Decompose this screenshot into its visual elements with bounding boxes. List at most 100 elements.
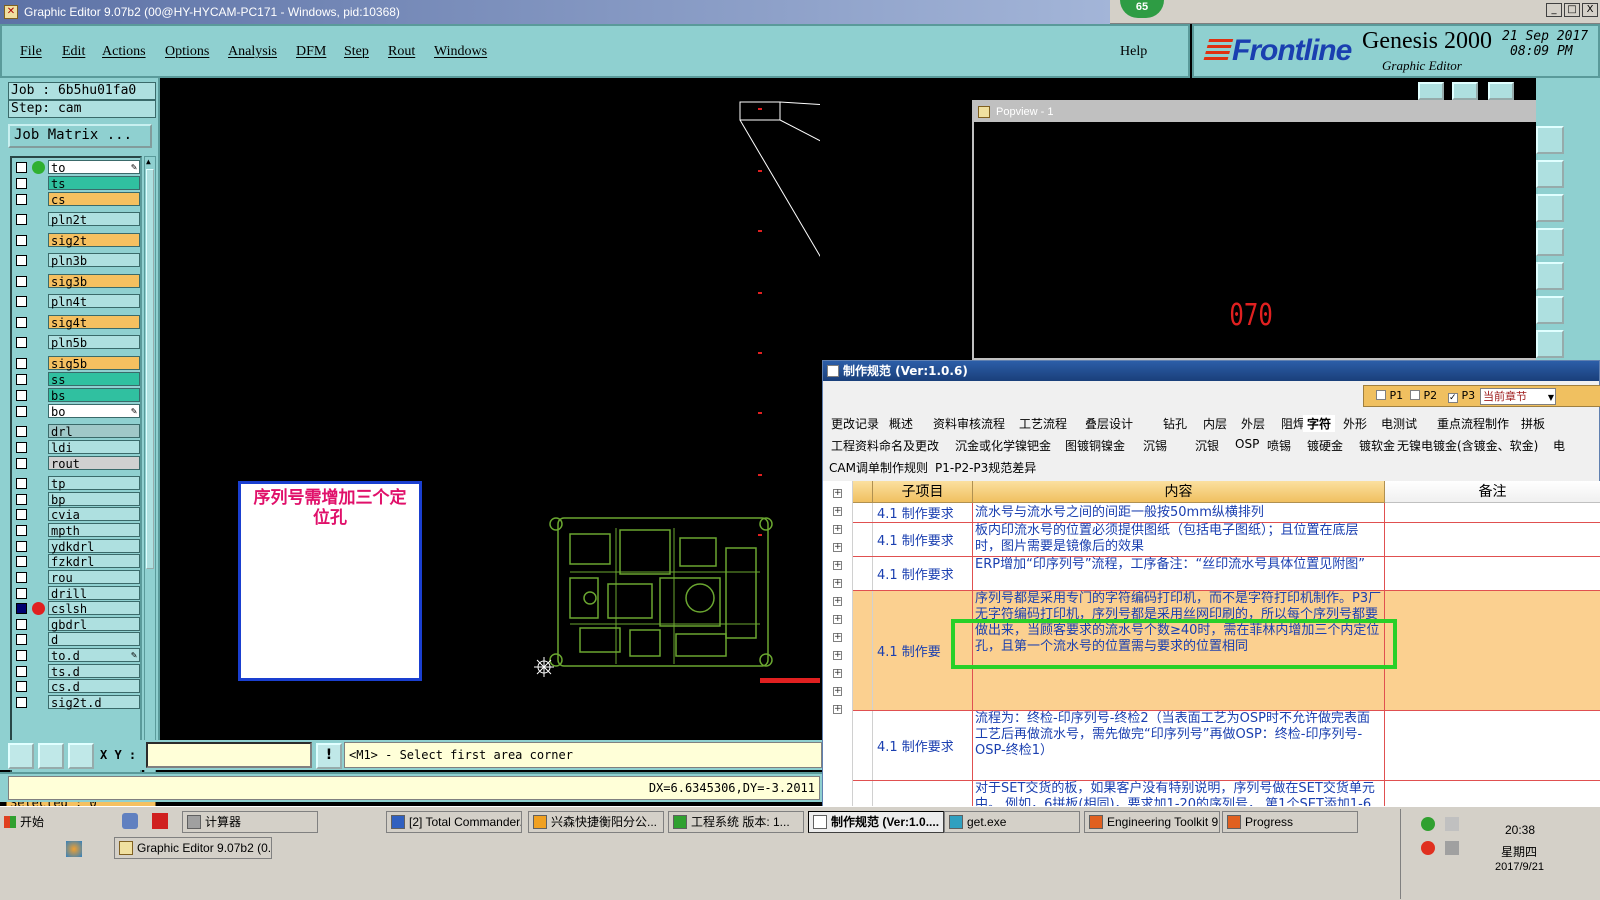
toolbar-btn-3[interactable]	[1488, 82, 1514, 100]
layer-name[interactable]: ldi	[48, 440, 140, 455]
menu-file[interactable]: File	[20, 44, 42, 60]
tab-row2-3[interactable]: 沉锡	[1143, 437, 1167, 454]
layer-row[interactable]: pln5b	[14, 335, 140, 350]
layer-checkbox[interactable]	[16, 634, 27, 645]
layer-checkbox[interactable]	[16, 666, 27, 677]
layer-row[interactable]: pln4t	[14, 294, 140, 309]
layer-checkbox[interactable]	[16, 588, 27, 599]
row-indicator[interactable]	[853, 591, 873, 710]
expand-icon[interactable]: +	[833, 597, 842, 606]
task-button[interactable]: Engineering Toolkit 9...	[1084, 811, 1220, 833]
layer-name[interactable]: sig5b	[48, 356, 140, 371]
zoom-area-icon[interactable]	[8, 743, 34, 769]
layer-row[interactable]: ydkdrl	[14, 539, 140, 554]
layer-row[interactable]: sig2t.d	[14, 695, 140, 710]
tab-row1-12[interactable]: 重点流程制作	[1437, 415, 1509, 432]
layer-name[interactable]: tp	[48, 476, 140, 491]
layer-name[interactable]: drl	[48, 424, 140, 439]
volume-icon[interactable]	[1445, 841, 1459, 855]
layer-row[interactable]: mpth	[14, 523, 140, 538]
filter-p1[interactable]: P1	[1376, 389, 1403, 402]
grid-icon[interactable]	[68, 743, 94, 769]
layer-row[interactable]: pln3b	[14, 253, 140, 268]
tab-row3-1[interactable]: P1-P2-P3规范差异	[935, 459, 1036, 476]
table-row[interactable]: 4.1 制作要求对于SET交货的板，如果客户没有特别说明，序列号做在SET交货单…	[853, 781, 1600, 807]
layer-checkbox[interactable]	[16, 214, 27, 225]
table-row[interactable]: 4.1 制作要求 板内印流水号的位置必须提供图纸（包括电子图纸）；且位置在底层时，…	[853, 523, 1600, 557]
layer-row[interactable]: gbdrl	[14, 617, 140, 632]
view-icon-5[interactable]	[1536, 262, 1564, 290]
layer-name[interactable]: cslsh	[48, 601, 140, 616]
tab-row2-4[interactable]: 沉银	[1195, 437, 1219, 454]
tab-row1-3[interactable]: 工艺流程	[1019, 415, 1067, 432]
tab-row2-8[interactable]: 镀软金	[1359, 437, 1395, 454]
layer-name[interactable]: pln4t	[48, 294, 140, 309]
layer-name[interactable]: cvia	[48, 507, 140, 522]
filter-p2[interactable]: P2	[1410, 389, 1437, 402]
expand-icon[interactable]: +	[833, 669, 842, 678]
layer-row[interactable]: pln2t	[14, 212, 140, 227]
tab-row1-1[interactable]: 概述	[889, 415, 913, 432]
layer-name[interactable]: bs	[48, 388, 140, 403]
menu-help[interactable]: Help	[1120, 44, 1147, 60]
task-button[interactable]: [2] Total Commander...	[386, 811, 522, 833]
tab-row2-5[interactable]: OSP	[1235, 437, 1259, 451]
layer-row[interactable]: cvia	[14, 507, 140, 522]
tray-icon-3[interactable]	[1421, 841, 1435, 855]
tab-row2-0[interactable]: 工程资料命名及更改	[831, 437, 939, 454]
row-indicator[interactable]	[853, 557, 873, 590]
expand-icon[interactable]: +	[833, 525, 842, 534]
layer-checkbox[interactable]	[16, 556, 27, 567]
layer-row[interactable]: bo ✎	[14, 404, 140, 419]
tab-row1-5[interactable]: 钻孔	[1163, 415, 1187, 432]
layer-checkbox[interactable]	[16, 178, 27, 189]
menu-actions[interactable]: Actions	[102, 44, 146, 60]
tab-row2-2[interactable]: 图镀铜镍金	[1065, 437, 1125, 454]
layer-row[interactable]: sig2t	[14, 233, 140, 248]
task-button[interactable]: 制作规范 (Ver:1.0....	[808, 811, 944, 833]
expand-icon[interactable]: +	[833, 489, 842, 498]
tab-row2-1[interactable]: 沉金或化学镍钯金	[955, 437, 1051, 454]
layer-row[interactable]: sig5b	[14, 356, 140, 371]
layer-row[interactable]: drill	[14, 586, 140, 601]
toolbar-btn-2[interactable]	[1452, 82, 1478, 100]
layer-scrollbar[interactable]: ▲ ▼	[144, 156, 156, 802]
layer-checkbox[interactable]	[16, 255, 27, 266]
task-graphic-editor[interactable]: Graphic Editor 9.07b2 (0...	[114, 837, 272, 859]
task-button[interactable]: get.exe	[944, 811, 1080, 833]
layer-checkbox[interactable]	[16, 374, 27, 385]
layer-name[interactable]: cs	[48, 192, 140, 207]
header-content[interactable]: 内容	[973, 481, 1385, 503]
layer-name[interactable]: sig3b	[48, 274, 140, 289]
layer-row[interactable]: d	[14, 632, 140, 647]
graphic-canvas[interactable]: 序列号需增加三个定位孔	[160, 78, 971, 740]
expand-icon[interactable]: +	[833, 705, 842, 714]
tab-row1-2[interactable]: 资料审核流程	[933, 415, 1005, 432]
layer-row[interactable]: to.d ✎	[14, 648, 140, 663]
layer-name[interactable]: drill	[48, 586, 140, 601]
menu-dfm[interactable]: DFM	[296, 44, 326, 60]
row-indicator[interactable]	[853, 781, 873, 807]
layer-checkbox[interactable]	[16, 478, 27, 489]
layer-name[interactable]: ts.d	[48, 664, 140, 679]
layer-name[interactable]: rout	[48, 456, 140, 471]
layer-row[interactable]: ss	[14, 372, 140, 387]
layer-name[interactable]: pln3b	[48, 253, 140, 268]
tab-row1-13[interactable]: 拼板	[1521, 415, 1545, 432]
xy-input[interactable]	[146, 742, 312, 768]
layer-name[interactable]: to ✎	[48, 160, 140, 175]
chapter-select[interactable]: 当前章节 ▼	[1480, 388, 1556, 405]
layer-checkbox[interactable]	[16, 697, 27, 708]
layer-checkbox[interactable]	[16, 494, 27, 505]
expand-icon[interactable]: +	[833, 651, 842, 660]
layer-checkbox[interactable]	[16, 317, 27, 328]
task-button[interactable]: 计算器	[182, 811, 318, 833]
table-row[interactable]: 4.1 制作要求 流程为：终检-印序列号-终检2（当表面工艺为OSP时不允许做完表…	[853, 711, 1600, 781]
layer-name[interactable]: fzkdrl	[48, 554, 140, 569]
layer-name[interactable]: ydkdrl	[48, 539, 140, 554]
tray-icon-1[interactable]	[1421, 817, 1435, 831]
menu-analysis[interactable]: Analysis	[228, 44, 277, 60]
snap-icon[interactable]	[38, 743, 64, 769]
layer-row[interactable]: sig4t	[14, 315, 140, 330]
layer-checkbox[interactable]	[16, 541, 27, 552]
